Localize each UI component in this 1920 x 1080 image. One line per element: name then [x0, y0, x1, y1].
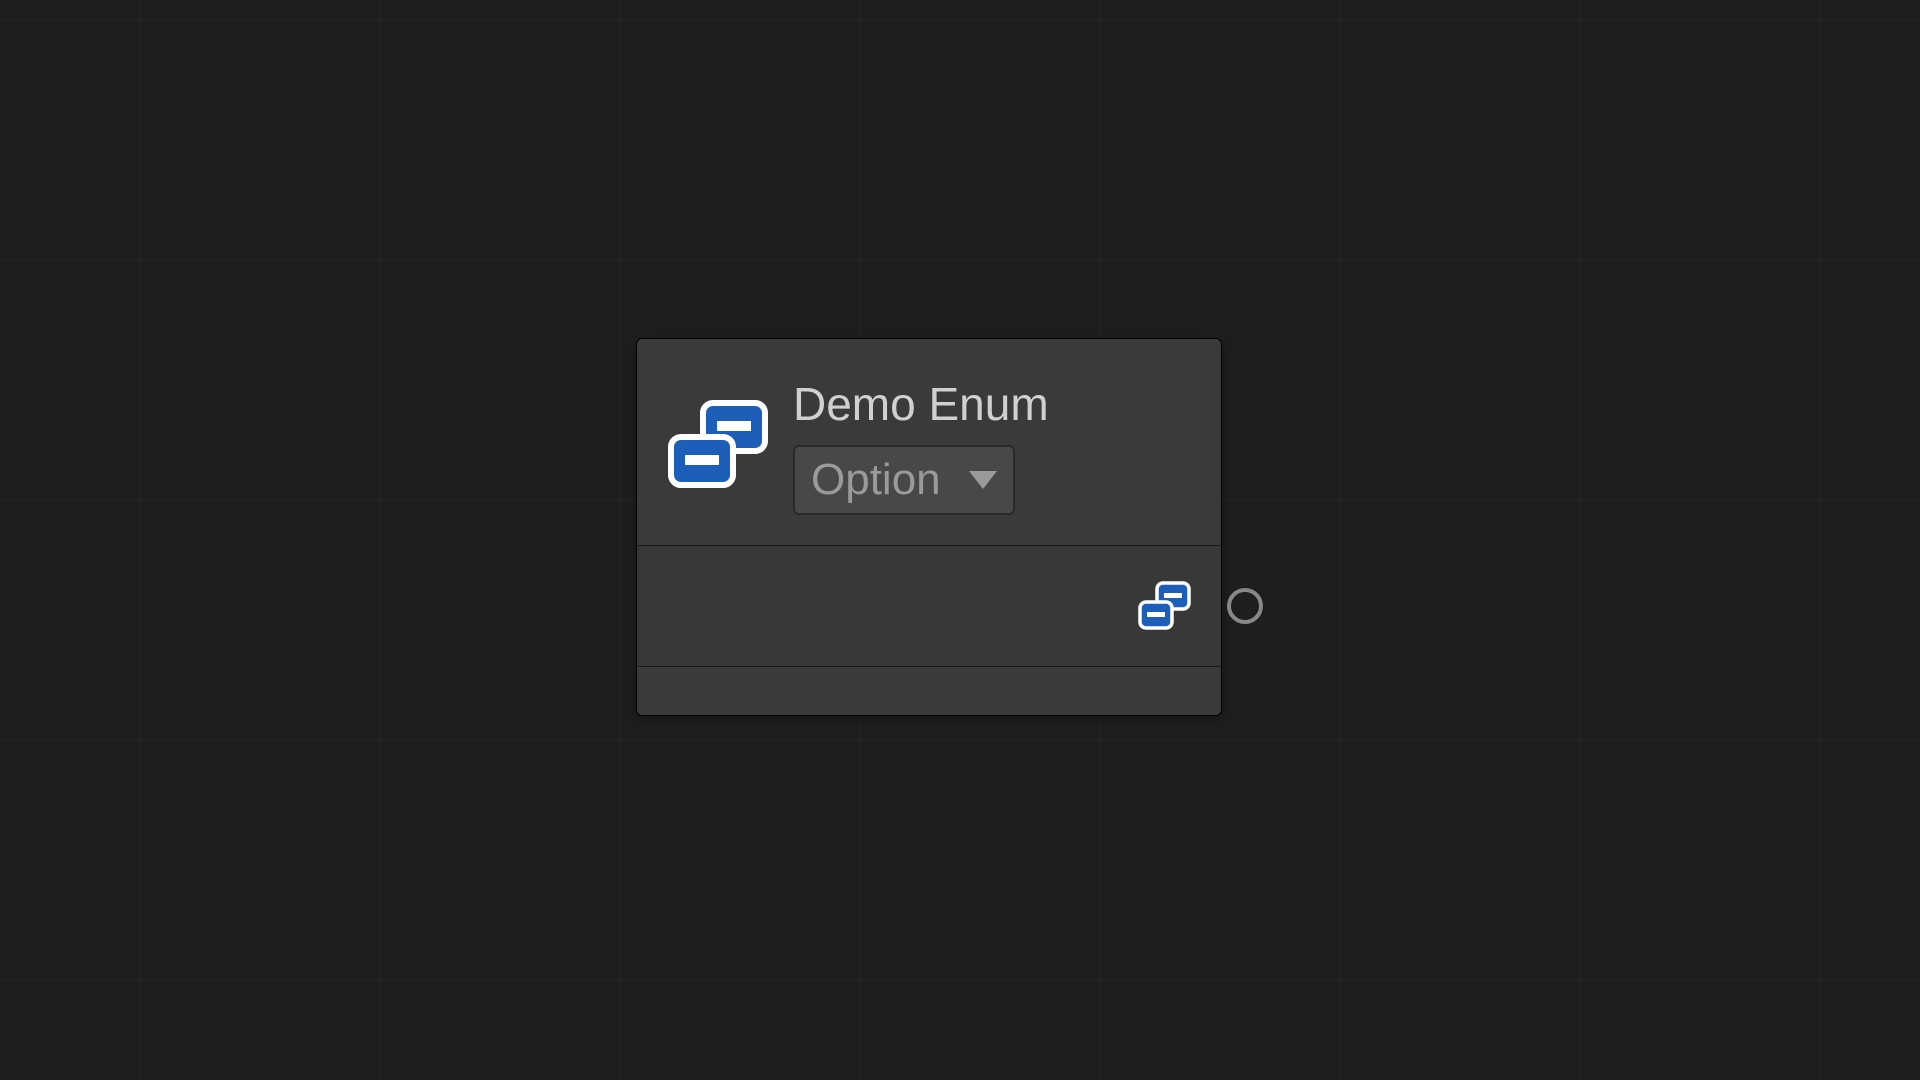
output-port[interactable]: [1227, 588, 1263, 624]
chevron-down-icon: [969, 471, 997, 489]
node-title: Demo Enum: [793, 377, 1049, 431]
node-title-section: Demo Enum Option: [793, 377, 1049, 515]
node-output-row: [637, 545, 1221, 667]
node-header: Demo Enum Option: [637, 339, 1221, 545]
enum-icon: [1137, 580, 1193, 632]
enum-icon: [665, 397, 775, 495]
node-footer: [637, 667, 1221, 715]
enum-dropdown[interactable]: Option: [793, 445, 1015, 515]
dropdown-selected-label: Option: [811, 455, 941, 505]
enum-node[interactable]: Demo Enum Option: [636, 338, 1222, 716]
